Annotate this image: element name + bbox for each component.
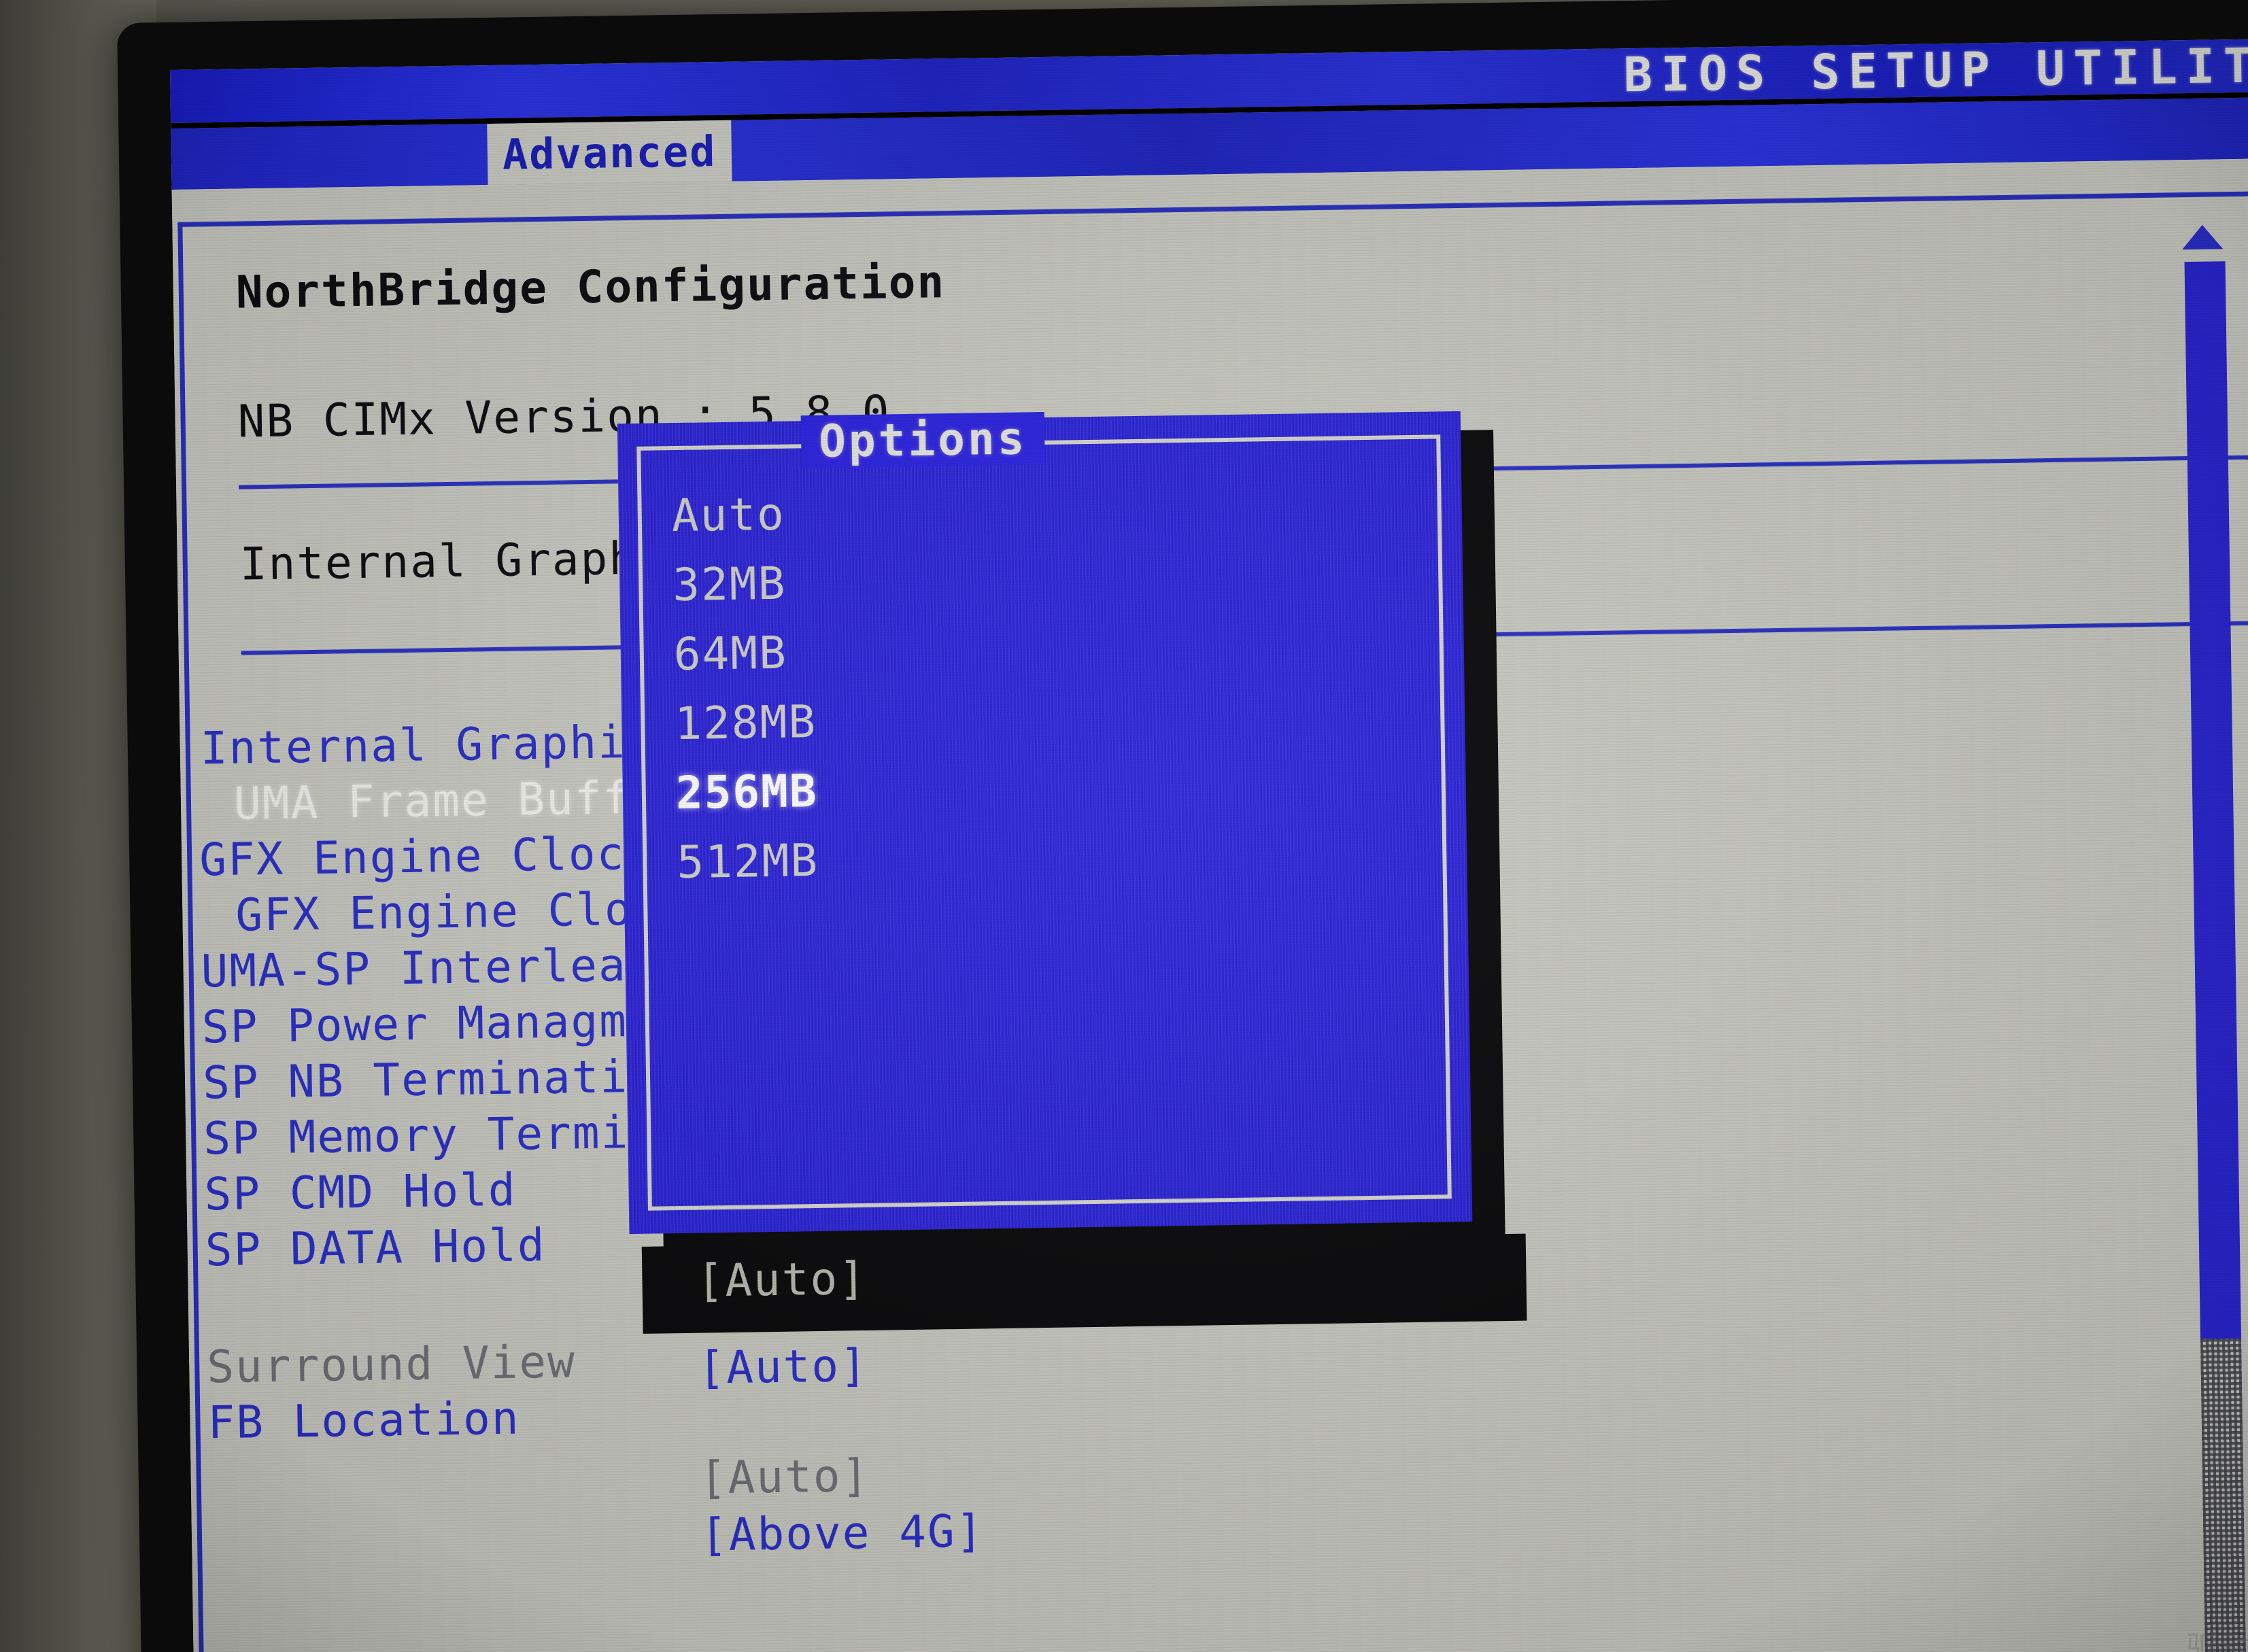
option-item-512mb[interactable]: 512MB xyxy=(677,834,819,889)
option-item-auto[interactable]: Auto xyxy=(671,488,785,542)
setting-sp-nb-termination[interactable]: SP NB Termination xyxy=(203,1050,686,1109)
triangle-up-icon[interactable] xyxy=(2181,224,2224,250)
options-dialog-title: Options xyxy=(800,411,1045,468)
setting-sp-data-hold[interactable]: SP DATA Hold xyxy=(205,1219,546,1276)
option-item-64mb[interactable]: 64MB xyxy=(673,627,787,681)
bios-content-area: NorthBridge Configuration NB CIMx Versio… xyxy=(171,156,2248,1652)
tab-advanced[interactable]: Advanced xyxy=(487,120,732,186)
option-item-128mb[interactable]: 128MB xyxy=(675,695,817,750)
setting-sp-cmd-hold[interactable]: SP CMD Hold xyxy=(204,1164,517,1221)
option-item-32mb[interactable]: 32MB xyxy=(672,557,787,611)
setting-gfx-engine-clock[interactable]: GFX Engine Clock xyxy=(235,882,690,942)
value-above-4g[interactable]: [Above 4G] xyxy=(700,1504,984,1561)
value-on-shadow: [Auto] xyxy=(696,1252,868,1307)
watermark-line-1: 驱动之家 xyxy=(2185,1628,2248,1652)
photo-scene: BIOS SETUP UTILITY Advanced NorthBridge … xyxy=(0,0,2248,1652)
monitor-screen: BIOS SETUP UTILITY Advanced NorthBridge … xyxy=(170,37,2248,1652)
option-item-256mb[interactable]: 256MB xyxy=(675,765,818,819)
options-dialog-border xyxy=(636,434,1452,1211)
section-header: NorthBridge Configuration xyxy=(235,256,946,319)
value-auto-1[interactable]: [Auto] xyxy=(698,1339,869,1394)
setting-surround-view: Surround View xyxy=(206,1335,577,1394)
options-dialog[interactable]: Options Auto 32MB 64MB 128MB 256MB 512MB xyxy=(617,411,1473,1235)
scroll-track[interactable] xyxy=(2200,1339,2247,1652)
value-auto-disabled: [Auto] xyxy=(699,1449,870,1504)
setting-fb-location[interactable]: FB Location xyxy=(207,1392,520,1449)
